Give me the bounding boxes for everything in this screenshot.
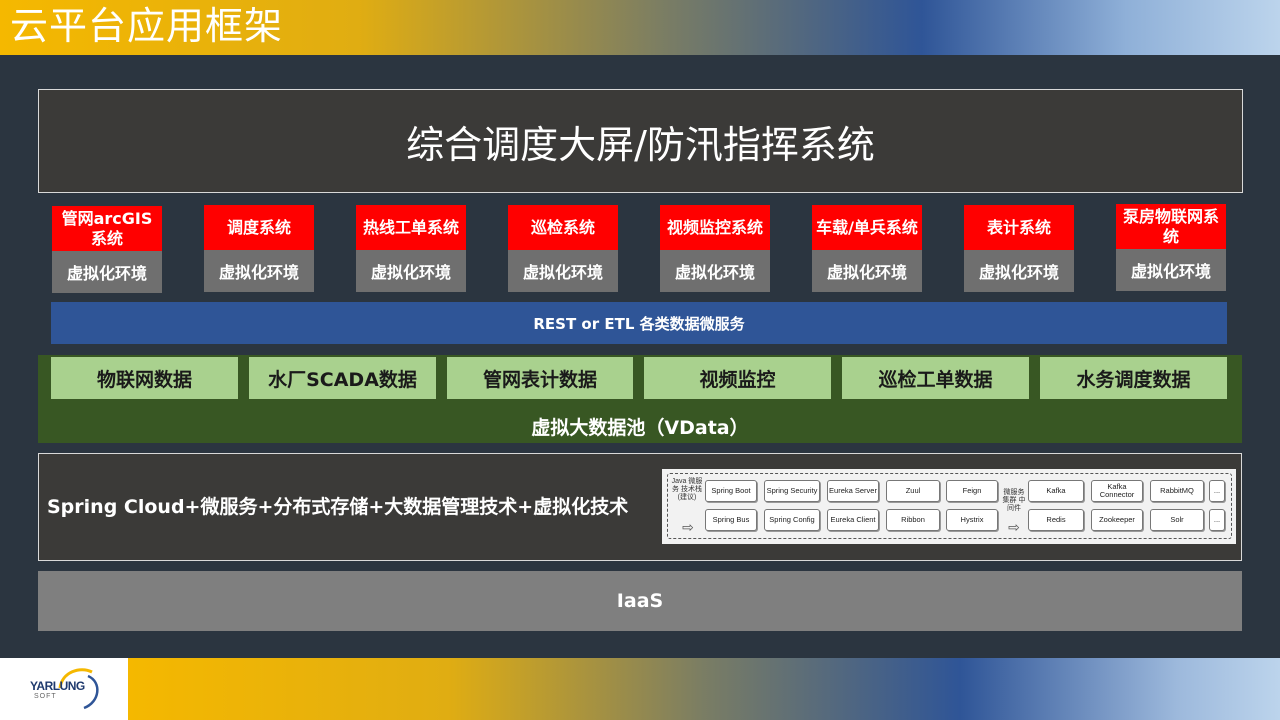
stack-chip: Spring Security [764, 480, 820, 502]
subsystem-env: 虚拟化环境 [356, 250, 466, 292]
subsystem-env: 虚拟化环境 [660, 250, 770, 292]
arrow-right-icon: ⇨ [682, 519, 694, 535]
subsystem-env: 虚拟化环境 [964, 250, 1074, 292]
iaas-bar: IaaS [38, 571, 1242, 631]
vdata-box-meter: 管网表计数据 [447, 357, 633, 399]
subsystem-name: 视频监控系统 [660, 205, 770, 250]
stack-chip: Eureka Client [827, 509, 879, 531]
middleware-chip: Kafka Connector [1091, 480, 1143, 502]
subsystem-vehicle: 车载/单兵系统 虚拟化环境 [812, 205, 922, 292]
subsystem-arcgis: 管网arcGIS系统 虚拟化环境 [52, 206, 162, 293]
footer-band [0, 658, 1280, 720]
subsystem-name: 调度系统 [204, 205, 314, 250]
middleware-chip: Solr [1150, 509, 1204, 531]
top-system-box: 综合调度大屏/防汛指挥系统 [38, 89, 1243, 193]
stack-chip: Hystrix [946, 509, 998, 531]
stack-chip: Spring Bus [705, 509, 757, 531]
subsystem-name: 巡检系统 [508, 205, 618, 250]
tech-description: Spring Cloud+微服务+分布式存储+大数据管理技术+虚拟化技术 [47, 496, 629, 518]
middleware-chip: ... [1209, 480, 1225, 502]
middleware-chip: Zookeeper [1091, 509, 1143, 531]
subsystem-env: 虚拟化环境 [812, 250, 922, 292]
logo-subtext: SOFT [34, 693, 57, 700]
stack-chip: Spring Config [764, 509, 820, 531]
vdata-box-dispatch: 水务调度数据 [1040, 357, 1227, 399]
subsystem-env: 虚拟化环境 [1116, 249, 1226, 291]
stack-chip: Eureka Server [827, 480, 879, 502]
services-bar: REST or ETL 各类数据微服务 [51, 302, 1227, 344]
subsystem-dispatch: 调度系统 虚拟化环境 [204, 205, 314, 292]
subsystem-hotline: 热线工单系统 虚拟化环境 [356, 205, 466, 292]
subsystem-name: 车载/单兵系统 [812, 205, 922, 250]
stack-chip: Ribbon [886, 509, 940, 531]
stack-chip: Spring Boot [705, 480, 757, 502]
subsystem-env: 虚拟化环境 [204, 250, 314, 292]
vdata-box-video: 视频监控 [644, 357, 831, 399]
vdata-title: 虚拟大数据池（VData） [531, 416, 749, 439]
middleware-chip: Redis [1028, 509, 1084, 531]
subsystem-pump: 泵房物联网系统 虚拟化环境 [1116, 204, 1226, 291]
subsystem-env: 虚拟化环境 [52, 251, 162, 293]
subsystem-name: 热线工单系统 [356, 205, 466, 250]
subsystem-name: 管网arcGIS系统 [52, 206, 162, 251]
subsystem-name: 表计系统 [964, 205, 1074, 250]
stack-left-label: Java 微服务 技术栈 (建议) [671, 478, 703, 501]
vdata-box-iot: 物联网数据 [51, 357, 238, 399]
stack-mid-label: 微服务 集群 中间件 [1002, 489, 1026, 512]
middleware-chip: ... [1209, 509, 1225, 531]
arrow-right-icon: ⇨ [1008, 519, 1020, 535]
middleware-chip: RabbitMQ [1150, 480, 1204, 502]
vdata-box-scada: 水厂SCADA数据 [249, 357, 436, 399]
subsystem-inspection: 巡检系统 虚拟化环境 [508, 205, 618, 292]
subsystem-video: 视频监控系统 虚拟化环境 [660, 205, 770, 292]
vdata-box-workorder: 巡检工单数据 [842, 357, 1029, 399]
stack-chip: Feign [946, 480, 998, 502]
logo-text: YARLUNG [30, 679, 85, 693]
stack-chip: Zuul [886, 480, 940, 502]
middleware-chip: Kafka [1028, 480, 1084, 502]
slide-title: 云平台应用框架 [10, 4, 284, 48]
subsystem-env: 虚拟化环境 [508, 250, 618, 292]
subsystem-meter: 表计系统 虚拟化环境 [964, 205, 1074, 292]
subsystem-name: 泵房物联网系统 [1116, 204, 1226, 249]
